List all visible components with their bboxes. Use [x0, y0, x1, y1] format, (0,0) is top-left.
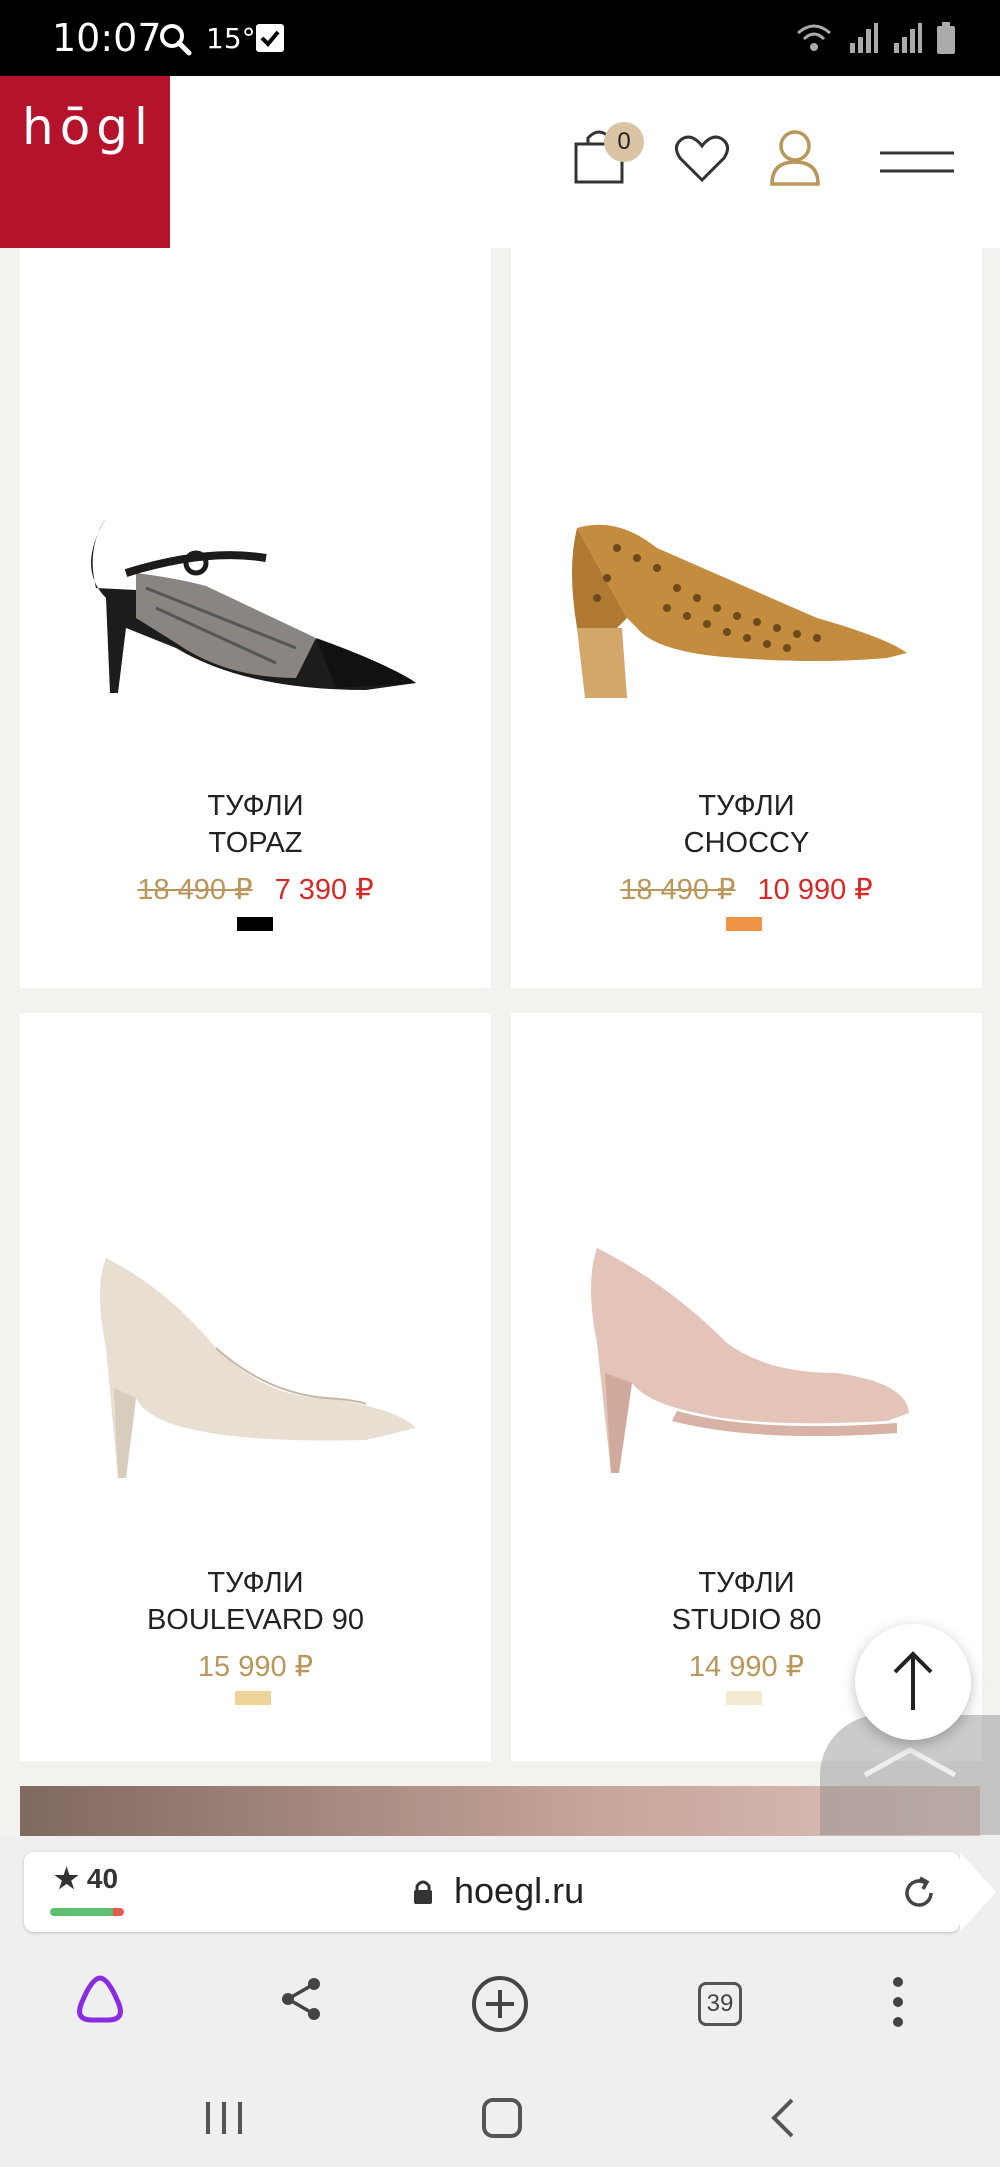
product-title[interactable]: ТУФЛИ CHOCCY [511, 788, 982, 862]
battery-icon [937, 22, 955, 54]
status-bar: 10:07 15° [0, 0, 1000, 76]
price: 15 990 ₽ [197, 1651, 314, 1683]
lock-icon [414, 1880, 432, 1904]
price: 14 990 ₽ [688, 1651, 805, 1683]
product-name: BOULEVARD 90 [146, 1604, 365, 1636]
system-nav-bar [0, 2076, 1000, 2166]
arrow-up-icon [893, 1651, 933, 1710]
status-icons [794, 18, 956, 58]
product-prices: 15 990 ₽ [20, 1649, 491, 1684]
color-swatch[interactable] [235, 1691, 271, 1705]
user-icon[interactable] [768, 128, 822, 186]
logo[interactable]: hōgl [0, 76, 170, 248]
product-image [590, 1248, 909, 1473]
old-price: 18 490 ₽ [620, 874, 736, 906]
sale-price: 10 990 ₽ [757, 874, 873, 906]
product-prices: 18 490 ₽ 7 390 ₽ [20, 872, 491, 907]
reload-icon[interactable] [900, 1874, 938, 1912]
menu-icon[interactable] [880, 150, 954, 174]
product-image [571, 524, 907, 698]
product-card[interactable]: ТУФЛИ CHOCCY 18 490 ₽ 10 990 ₽ [511, 248, 982, 988]
site-rating[interactable]: ★ 40 [54, 1862, 118, 1895]
color-swatch[interactable] [237, 917, 273, 931]
heart-icon[interactable] [674, 134, 730, 184]
more-menu-icon[interactable] [888, 1974, 908, 2030]
logo-text: hōgl [22, 98, 154, 156]
status-time: 10:07 [52, 16, 162, 60]
rating-bar [50, 1908, 124, 1916]
product-category: ТУФЛИ [207, 790, 304, 822]
recent-apps-icon[interactable] [200, 2098, 248, 2138]
product-name: TOPAZ [208, 827, 303, 859]
browser-nav-row: 39 [0, 1956, 1000, 2056]
color-swatch[interactable] [726, 917, 762, 931]
browser-toolbar: ★ 40 hoegl.ru 39 [0, 1836, 1000, 2167]
scroll-to-top-button[interactable] [855, 1624, 971, 1740]
product-title[interactable]: ТУФЛИ BOULEVARD 90 [20, 1565, 491, 1639]
sale-price: 7 390 ₽ [274, 874, 374, 906]
back-icon[interactable] [766, 2096, 800, 2140]
tabs-button[interactable]: 39 [674, 1974, 746, 2034]
url-text[interactable]: hoegl.ru [454, 1870, 584, 1912]
new-tab-icon[interactable] [470, 1974, 530, 2034]
product-prices: 18 490 ₽ 10 990 ₽ [511, 872, 982, 907]
product-image [99, 1258, 416, 1478]
color-swatch[interactable] [726, 1691, 762, 1705]
signal-icon-2 [894, 23, 922, 53]
search-icon [160, 24, 192, 56]
share-icon[interactable] [278, 1974, 324, 2024]
product-card[interactable]: ТУФЛИ BOULEVARD 90 15 990 ₽ [20, 1013, 491, 1761]
address-bar-arrow [960, 1852, 996, 1932]
checkbox-icon [256, 24, 284, 52]
site-header: hōgl 0 [0, 76, 1000, 248]
wifi-icon [797, 24, 831, 51]
product-image [90, 518, 416, 693]
product-category: ТУФЛИ [698, 1567, 795, 1599]
alice-assistant-icon[interactable] [72, 1974, 128, 2026]
product-card[interactable]: ТУФЛИ TOPAZ 18 490 ₽ 7 390 ₽ [20, 248, 491, 988]
old-price: 18 490 ₽ [137, 874, 253, 906]
status-temperature: 15° [206, 22, 256, 55]
product-category: ТУФЛИ [207, 1567, 304, 1599]
product-title[interactable]: ТУФЛИ TOPAZ [20, 788, 491, 862]
signal-icon [850, 23, 878, 53]
product-name: CHOCCY [683, 827, 810, 859]
tabs-count: 39 [698, 1982, 742, 2026]
product-category: ТУФЛИ [698, 790, 795, 822]
home-icon[interactable] [480, 2096, 524, 2140]
cart-count-badge: 0 [604, 122, 644, 162]
address-bar[interactable]: ★ 40 hoegl.ru [24, 1852, 996, 1932]
